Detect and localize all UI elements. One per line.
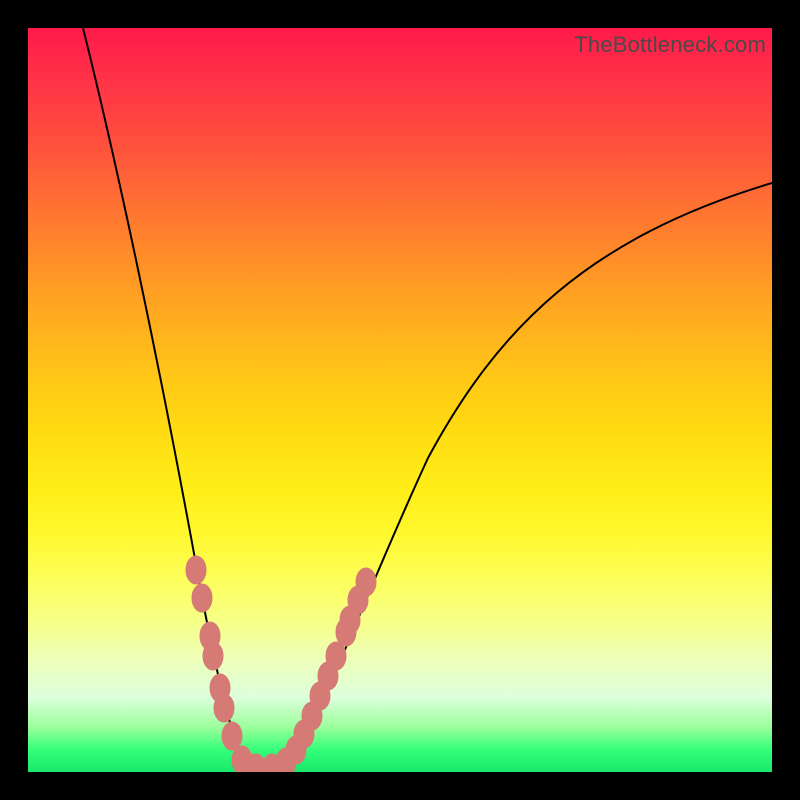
curve-marker [222,722,242,750]
plot-area: TheBottleneck.com [28,28,772,772]
curve-marker [186,556,206,584]
curve-marker [356,568,376,596]
curve-marker [192,584,212,612]
chart-frame: TheBottleneck.com [0,0,800,800]
curve-marker [214,694,234,722]
curve-marker [203,642,223,670]
curve-left-branch [83,28,264,772]
watermark-text: TheBottleneck.com [574,32,766,58]
bottleneck-curve [83,28,772,772]
curve-marker [326,642,346,670]
chart-svg [28,28,772,772]
curve-markers [186,556,376,772]
curve-right-branch [264,183,772,772]
